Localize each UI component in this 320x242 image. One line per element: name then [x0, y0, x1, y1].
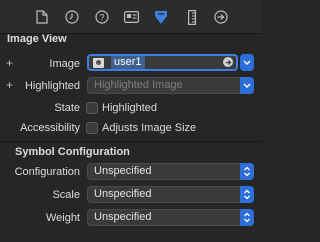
- configuration-stepper-icon[interactable]: [240, 163, 254, 180]
- adjusts-image-size-checkbox[interactable]: [86, 122, 98, 134]
- weight-value: Unspecified: [94, 211, 152, 223]
- clock-icon[interactable]: [64, 9, 80, 25]
- configuration-popup[interactable]: Unspecified: [87, 163, 254, 180]
- navigate-arrow-icon[interactable]: [223, 57, 233, 67]
- configuration-value: Unspecified: [94, 165, 152, 177]
- ruler-icon[interactable]: [184, 9, 200, 25]
- weight-popup[interactable]: Unspecified: [87, 209, 254, 226]
- weight-stepper-icon[interactable]: [240, 209, 254, 226]
- accessibility-label: Accessibility: [20, 122, 80, 134]
- add-variation-highlighted-button[interactable]: +: [6, 78, 13, 92]
- weight-label: Weight: [45, 212, 80, 224]
- image-combo-field[interactable]: user1: [87, 54, 238, 71]
- image-view-section-title: Image View: [7, 33, 67, 45]
- image-thumbnail-icon: [93, 58, 104, 68]
- configuration-label: Configuration: [14, 166, 80, 178]
- svg-text:?: ?: [99, 13, 104, 23]
- highlighted-image-placeholder: Highlighted Image: [94, 79, 183, 91]
- image-label: Image: [49, 58, 80, 70]
- highlighted-dropdown-button[interactable]: [240, 77, 254, 94]
- highlighted-checkbox[interactable]: [86, 102, 98, 114]
- image-value[interactable]: user1: [111, 56, 145, 69]
- scale-label: Scale: [52, 189, 80, 201]
- scale-value: Unspecified: [94, 188, 152, 200]
- attributes-inspector-icon[interactable]: [153, 9, 169, 25]
- inspector-toolbar: ?: [0, 0, 261, 34]
- identity-card-icon[interactable]: [123, 9, 139, 25]
- help-icon[interactable]: ?: [94, 9, 110, 25]
- section-divider: [0, 141, 261, 142]
- adjusts-image-size-label: Adjusts Image Size: [102, 122, 197, 134]
- highlighted-checkbox-label: Highlighted: [102, 102, 158, 114]
- symbol-configuration-section-title: Symbol Configuration: [15, 146, 130, 158]
- scale-popup[interactable]: Unspecified: [87, 186, 254, 203]
- image-dropdown-button[interactable]: [240, 54, 254, 71]
- scale-stepper-icon[interactable]: [240, 186, 254, 203]
- file-icon[interactable]: [34, 9, 50, 25]
- highlighted-label: Highlighted: [24, 80, 80, 92]
- connections-arrow-icon[interactable]: [213, 9, 229, 25]
- add-variation-image-button[interactable]: +: [6, 56, 13, 70]
- highlighted-image-field[interactable]: Highlighted Image: [87, 77, 254, 94]
- state-label: State: [54, 102, 80, 114]
